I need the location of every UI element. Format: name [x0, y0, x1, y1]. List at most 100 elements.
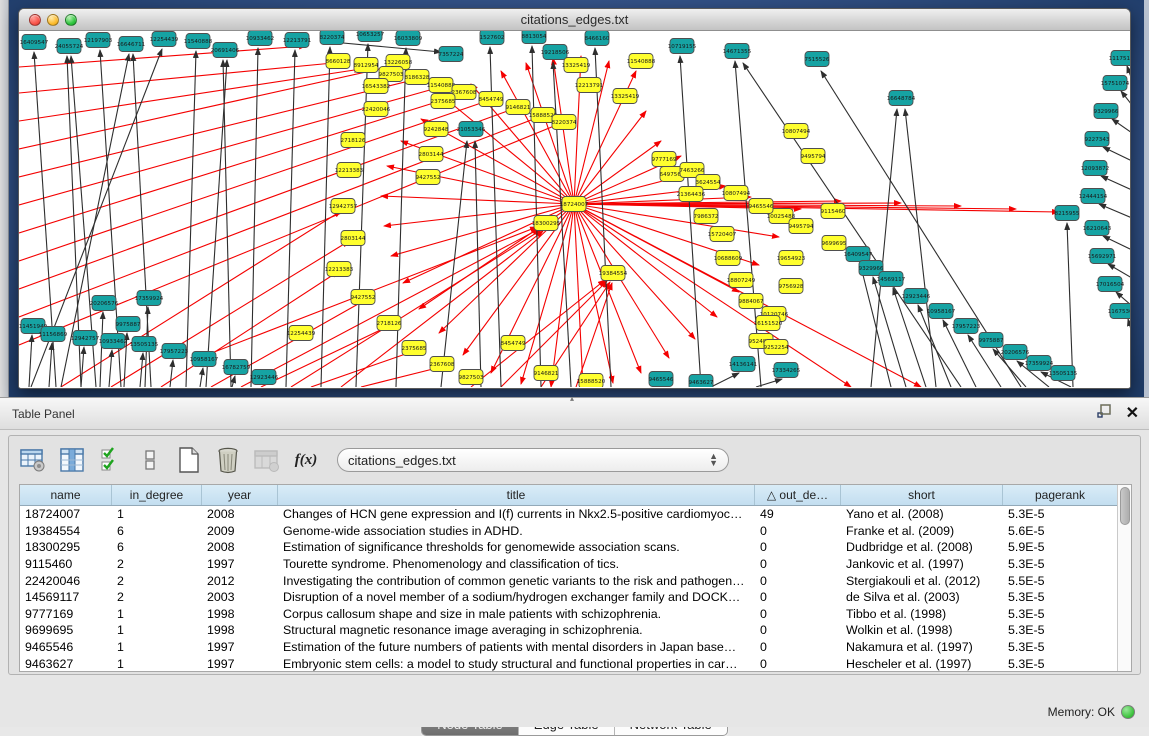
graph-node[interactable]: 13505135 — [130, 337, 159, 352]
graph-node[interactable]: 14136141 — [729, 357, 758, 372]
show-columns-icon[interactable] — [58, 446, 86, 474]
graph-node[interactable]: 21053346 — [457, 122, 486, 137]
create-table-icon[interactable] — [175, 446, 203, 474]
graph-node[interactable]: 12942757 — [71, 331, 100, 346]
graph-node[interactable]: 13325419 — [562, 58, 591, 73]
graph-node[interactable]: 16210643 — [1083, 221, 1112, 236]
graph-node[interactable]: 13325419 — [611, 89, 640, 104]
graph-node[interactable]: 9427552 — [416, 170, 441, 185]
table-settings-icon[interactable] — [19, 446, 47, 474]
graph-node[interactable]: 7515526 — [805, 52, 830, 67]
graph-node[interactable]: 9699695 — [822, 236, 847, 251]
graph-node[interactable]: 18300295 — [532, 216, 561, 231]
graph-node[interactable]: 2367608 — [430, 357, 455, 372]
graph-node[interactable]: 2803144 — [341, 231, 366, 246]
graph-node[interactable]: 11675300 — [1108, 304, 1130, 319]
node-table[interactable]: namein_degreeyeartitle△ out_de…shortpage… — [19, 484, 1132, 672]
column-header-3[interactable]: title — [278, 485, 755, 505]
graph-node[interactable]: 9427552 — [351, 290, 376, 305]
graph-node[interactable]: 10653257 — [356, 31, 385, 42]
graph-node[interactable]: 17334265 — [772, 363, 801, 378]
graph-node[interactable]: 19384554 — [599, 266, 628, 281]
graph-node[interactable]: 16543382 — [362, 79, 390, 94]
column-header-2[interactable]: year — [202, 485, 278, 505]
column-header-5[interactable]: short — [841, 485, 1003, 505]
close-icon[interactable]: ✕ — [1126, 407, 1139, 421]
graph-node[interactable]: 16409547 — [20, 35, 49, 50]
graph-node[interactable]: 9465546 — [649, 372, 674, 387]
function-builder-icon[interactable]: f(x) — [292, 446, 320, 474]
graph-node[interactable]: 8466160 — [585, 31, 610, 46]
graph-node[interactable]: 10958167 — [927, 304, 956, 319]
graph-node[interactable]: 8813054 — [522, 31, 547, 44]
graph-node[interactable]: 21364436 — [677, 187, 706, 202]
graph-node[interactable]: 12093872 — [1081, 161, 1109, 176]
graph-node[interactable]: 11175108 — [1109, 51, 1130, 66]
graph-node[interactable]: 9495794 — [801, 149, 826, 164]
graph-node[interactable]: 12213383 — [325, 262, 354, 277]
column-header-6[interactable]: pagerank — [1003, 485, 1117, 505]
graph-node[interactable]: 11540888 — [627, 54, 656, 69]
graph-node[interactable]: 14671355 — [723, 44, 752, 59]
table-row[interactable]: 1938455462009Genome-wide association stu… — [20, 523, 1117, 540]
graph-node[interactable]: 12923446 — [250, 370, 279, 385]
graph-node[interactable]: 20691406 — [211, 43, 240, 58]
table-header-row[interactable]: namein_degreeyeartitle△ out_de…shortpage… — [20, 485, 1117, 506]
table-row[interactable]: 911546021997Tourette syndrome. Phenomeno… — [20, 556, 1117, 573]
zoom-window-icon[interactable] — [65, 14, 77, 26]
graph-node[interactable]: 12923446 — [902, 289, 931, 304]
graph-node[interactable]: 24055724 — [55, 39, 84, 54]
graph-node[interactable]: 15751074 — [1101, 76, 1130, 91]
graph-node[interactable]: 9827503 — [459, 370, 484, 385]
table-panel-header[interactable]: ▴ Table Panel ✕ — [0, 398, 1149, 430]
graph-node[interactable]: 7986372 — [694, 209, 719, 224]
graph-node[interactable]: 16646711 — [117, 37, 146, 52]
minimize-window-icon[interactable] — [47, 14, 59, 26]
graph-node[interactable]: 11540888 — [184, 34, 213, 49]
graph-node[interactable]: 8454749 — [501, 336, 526, 351]
graph-node[interactable]: 9242848 — [424, 122, 449, 137]
graph-node[interactable]: 7357224 — [439, 47, 464, 62]
graph-node[interactable]: 16151520 — [754, 316, 783, 331]
graph-node[interactable]: 2375685 — [431, 94, 456, 109]
graph-node[interactable]: 9975887 — [116, 317, 141, 332]
graph-node[interactable]: 19654923 — [777, 251, 806, 266]
graph-node[interactable]: 9975887 — [979, 333, 1004, 348]
graph-node[interactable]: 22420046 — [362, 102, 391, 117]
graph-node[interactable]: 18807249 — [727, 273, 756, 288]
graph-node[interactable]: 12444154 — [1079, 189, 1108, 204]
graph-node[interactable]: 17359924 — [135, 291, 164, 306]
table-row[interactable]: 1872400712008Changes of HCN gene express… — [20, 506, 1117, 523]
graph-node[interactable]: 9495794 — [789, 219, 814, 234]
graph-node[interactable]: 9115460 — [821, 204, 846, 219]
graph-node[interactable]: 10807494 — [782, 124, 811, 139]
table-row[interactable]: 2242004622012Investigating the contribut… — [20, 572, 1117, 589]
graph-node[interactable]: 16648784 — [887, 91, 916, 106]
graph-node[interactable]: 9329966 — [1094, 104, 1119, 119]
graph-node[interactable]: 12942757 — [329, 199, 358, 214]
table-row[interactable]: 977716911998Corpus callosum shape and si… — [20, 606, 1117, 623]
graph-node[interactable]: 11156869 — [39, 327, 68, 342]
graph-node[interactable]: 12213791 — [575, 78, 604, 93]
graph-node[interactable]: 12213383 — [335, 163, 364, 178]
delete-table-icon[interactable] — [214, 446, 242, 474]
network-window-titlebar[interactable]: citations_edges.txt — [19, 9, 1130, 31]
graph-node[interactable]: 17957223 — [160, 344, 189, 359]
graph-node[interactable]: 19218506 — [541, 45, 570, 60]
graph-node[interactable]: 15720407 — [708, 227, 737, 242]
graph-node[interactable]: 10719155 — [668, 39, 697, 54]
graph-node[interactable]: 2375685 — [402, 341, 427, 356]
memory-status-icon[interactable] — [1121, 705, 1135, 719]
table-row[interactable]: 1456911722003Disruption of a novel membe… — [20, 589, 1117, 606]
table-row[interactable]: 946554611997Estimation of the future num… — [20, 639, 1117, 656]
table-select-dropdown[interactable]: citations_edges.txt ▲▼ — [337, 448, 729, 472]
graph-node[interactable]: 16409547 — [844, 247, 873, 262]
graph-node[interactable]: 20206576 — [1001, 345, 1030, 360]
table-row[interactable]: 969969511998Structural magnetic resonanc… — [20, 622, 1117, 639]
graph-node[interactable]: 12254439 — [150, 32, 179, 47]
network-scrollbar[interactable] — [1144, 0, 1149, 397]
graph-node[interactable]: 18724007 — [560, 197, 589, 212]
graph-node[interactable]: 9777169 — [652, 152, 677, 167]
graph-node[interactable]: 17359924 — [1025, 356, 1054, 371]
graph-node[interactable]: 9146821 — [506, 100, 531, 115]
